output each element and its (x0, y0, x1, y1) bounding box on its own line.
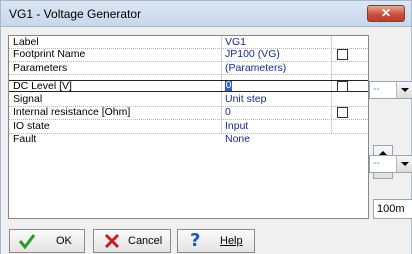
property-row-signal[interactable]: Signal Unit step (9, 94, 368, 105)
property-value[interactable]: JP100 (VG) (225, 49, 325, 60)
property-value[interactable]: VG1 (225, 37, 325, 48)
property-value[interactable]: Input (225, 121, 325, 132)
property-value[interactable]: None (225, 134, 325, 145)
row-divider (9, 74, 368, 75)
dropdown-value: -- (373, 84, 380, 95)
dc-level-input[interactable] (224, 81, 328, 91)
close-icon: ✕ (380, 6, 392, 20)
property-name: Label (13, 37, 39, 48)
property-value[interactable]: 0 (225, 107, 325, 118)
dc-level-visible-checkbox[interactable] (337, 81, 348, 92)
chevron-down-icon[interactable] (396, 82, 412, 98)
property-name: Internal resistance [Ohm] (13, 107, 131, 118)
row-divider (9, 119, 368, 120)
property-row-label[interactable]: Label VG1 (9, 37, 368, 48)
property-row-io-state[interactable]: IO state Input (9, 121, 368, 132)
property-name: Footprint Name (13, 49, 86, 60)
property-row-footprint[interactable]: Footprint Name JP100 (VG) (9, 49, 368, 60)
property-name: DC Level [V] (13, 81, 72, 92)
voltage-generator-dialog: VG1 - Voltage Generator ✕ Label VG1 Foot… (0, 0, 412, 254)
property-row-parameters[interactable]: Parameters (Parameters) (9, 63, 368, 74)
close-button[interactable]: ✕ (367, 5, 405, 22)
cancel-label: Cancel (128, 235, 163, 247)
cancel-x-icon (104, 233, 120, 249)
ok-button[interactable]: OK (9, 229, 85, 253)
button-bar: OK Cancel ? Help (1, 223, 411, 254)
property-name: Fault (13, 134, 37, 145)
property-value[interactable]: (Parameters) (225, 63, 325, 74)
property-row-internal-resistance[interactable]: Internal resistance [Ohm] 0 (9, 107, 368, 118)
help-icon: ? (190, 230, 201, 251)
property-value[interactable]: Unit step (225, 94, 325, 105)
step-prefix-dropdown[interactable]: -- (369, 155, 412, 173)
property-name: IO state (13, 121, 50, 132)
row-divider (9, 61, 368, 62)
unit-prefix-dropdown[interactable]: -- (369, 81, 412, 99)
help-label: Help (220, 235, 243, 247)
ok-label: OK (56, 235, 72, 247)
property-name: Signal (13, 94, 43, 105)
property-row-fault[interactable]: Fault None (9, 134, 368, 145)
dropdown-value: -- (373, 158, 380, 169)
cancel-button[interactable]: Cancel (93, 229, 171, 253)
step-size-field[interactable]: 100m (373, 199, 412, 219)
title-bar[interactable]: VG1 - Voltage Generator ✕ (1, 1, 411, 27)
resistance-visible-checkbox[interactable] (337, 107, 348, 118)
checkmark-icon (18, 234, 36, 250)
footprint-visible-checkbox[interactable] (337, 49, 348, 60)
chevron-down-icon[interactable] (396, 156, 412, 172)
window-title: VG1 - Voltage Generator (9, 7, 142, 21)
property-name: Parameters (13, 63, 68, 74)
dc-level-selected-text[interactable]: 0 (225, 81, 232, 91)
properties-grid: Label VG1 Footprint Name JP100 (VG) Para… (8, 35, 369, 219)
help-button[interactable]: ? Help (177, 229, 255, 253)
